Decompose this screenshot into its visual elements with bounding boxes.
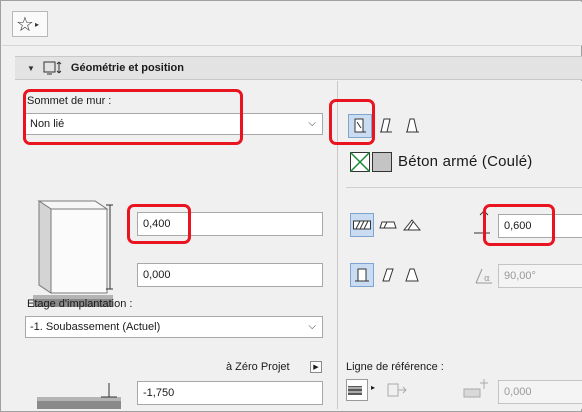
straight-profile-button[interactable] [350, 263, 374, 287]
thickness-icon [470, 209, 492, 237]
left-panel: Sommet de mur : Non lié ⌵ 0,400 0,000 Et… [15, 81, 337, 409]
toolbar: ☆ ▸ [2, 2, 582, 46]
wall-geometry-icon [43, 61, 65, 75]
favorites-button[interactable]: ☆ ▸ [12, 11, 48, 37]
reference-level-button[interactable]: ▶ [310, 361, 322, 373]
ref-offset-input: 0,000 [498, 380, 582, 404]
wall-settings-window: ☆ ▸ ▼ Géométrie et position Sommet de mu… [0, 0, 582, 412]
base-offset-value: 0,000 [143, 269, 171, 281]
straight-wall-button[interactable] [348, 114, 372, 138]
dropdown-arrow-icon: ▸ [34, 19, 39, 29]
thickness-input[interactable]: 0,600 [498, 214, 582, 238]
play-arrow-icon: ▶ [313, 364, 319, 371]
slanted-wall-icon [380, 118, 392, 133]
flip-reference-button[interactable] [386, 379, 408, 401]
wall-top-dropdown[interactable]: Non lié ⌵ [25, 113, 323, 135]
chevron-down-icon: ⌵ [308, 321, 316, 332]
ref-offset-value: 0,000 [504, 386, 532, 398]
slanted-wall-button[interactable] [374, 114, 398, 138]
polygon-surface-icon [403, 219, 421, 231]
home-story-label: Etage d'implantation : [27, 298, 133, 310]
ref-offset-icon [462, 377, 492, 403]
straight-wall-icon [354, 118, 366, 133]
star-icon: ☆ [16, 12, 34, 36]
wall-surface-button[interactable] [350, 213, 374, 237]
section-header-geometry[interactable]: ▼ Géométrie et position [15, 56, 582, 80]
wall-height-value: 0,400 [143, 218, 171, 230]
slanted-profile-button[interactable] [376, 263, 400, 287]
angle-value: 90,00° [504, 270, 536, 282]
slanted-profile-icon [382, 268, 394, 282]
elevation-illustration [37, 381, 121, 411]
section-title: Géométrie et position [70, 62, 184, 74]
double-slanted-wall-icon [406, 118, 419, 133]
flip-icon [387, 383, 407, 397]
svg-text:α: α [484, 274, 490, 284]
trapezoid-surface-button[interactable] [376, 213, 400, 237]
material-name[interactable]: Béton armé (Coulé) [398, 153, 533, 170]
zero-project-label: à Zéro Projet [226, 361, 290, 373]
wall-top-value: Non lié [30, 118, 65, 130]
trapezoid-profile-button[interactable] [400, 263, 424, 287]
base-offset-input[interactable]: 0,000 [137, 263, 323, 287]
reference-line-label: Ligne de référence : [346, 361, 444, 373]
elevation-value: -1,750 [143, 387, 175, 399]
dropdown-arrow-icon[interactable]: ▸ [371, 383, 375, 392]
elevation-input[interactable]: -1,750 [137, 381, 323, 405]
separator [346, 187, 582, 188]
right-panel: Béton armé (Coulé) 0,600 α 90,00° Ligne … [338, 81, 582, 409]
angle-input: 90,00° [498, 264, 582, 288]
polygon-surface-button[interactable] [400, 213, 424, 237]
trapezoid-profile-icon [405, 268, 419, 282]
straight-profile-icon [355, 268, 369, 282]
wall-3d-illustration [33, 181, 113, 311]
thickness-value: 0,600 [504, 220, 532, 232]
hatched-surface-icon [353, 220, 371, 230]
collapse-triangle-icon[interactable]: ▼ [27, 64, 35, 73]
home-story-value: -1. Soubassement (Actuel) [30, 321, 161, 333]
double-slanted-wall-button[interactable] [400, 114, 424, 138]
chevron-down-icon: ⌵ [308, 118, 316, 129]
reference-line-button[interactable] [346, 379, 368, 401]
home-story-dropdown[interactable]: -1. Soubassement (Actuel) ⌵ [25, 316, 323, 338]
reference-line-icon [348, 386, 362, 395]
wall-height-input[interactable]: 0,400 [137, 212, 323, 236]
angle-icon: α [474, 267, 494, 285]
material-swatch[interactable] [349, 151, 392, 173]
wall-top-label: Sommet de mur : [27, 95, 112, 107]
trapezoid-surface-icon [379, 221, 397, 229]
